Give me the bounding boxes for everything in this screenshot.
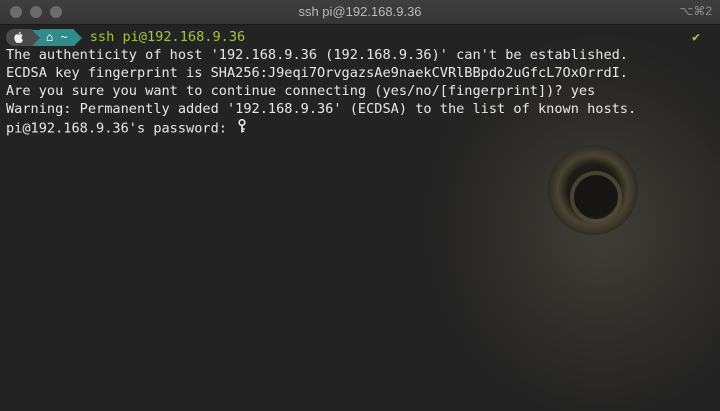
shell-prompt: ⌂ ~ ssh pi@192.168.9.36 — [6, 29, 245, 46]
password-prompt: pi@192.168.9.36's password: — [6, 120, 236, 137]
terminal-window: ssh pi@192.168.9.36 ⌥⌘2 ⌂ ~ ssh pi@192.1… — [0, 0, 720, 411]
output-line: ECDSA key fingerprint is SHA256:J9eqi7Or… — [6, 65, 628, 81]
output-line: Warning: Permanently added '192.168.9.36… — [6, 101, 637, 117]
prompt-end-icon — [73, 29, 82, 46]
title-bar[interactable]: ssh pi@192.168.9.36 ⌥⌘2 — [0, 0, 720, 25]
window-title: ssh pi@192.168.9.36 — [298, 4, 422, 19]
output-line: The authenticity of host '192.168.9.36 (… — [6, 47, 628, 63]
terminal-content[interactable]: ⌂ ~ ssh pi@192.168.9.36 ✔ The authentici… — [0, 25, 720, 411]
typed-command: ssh pi@192.168.9.36 — [89, 29, 246, 45]
prompt-separator-icon — [32, 29, 40, 46]
output-line: Are you sure you want to continue connec… — [6, 83, 596, 99]
status-check-icon: ✔ — [692, 30, 700, 45]
key-cursor-icon — [237, 118, 247, 138]
apple-icon — [6, 29, 32, 46]
owl-background-image — [440, 85, 720, 411]
owl-eye-inner — [570, 171, 622, 223]
window-shortcut: ⌥⌘2 — [679, 4, 712, 18]
home-icon: ⌂ — [46, 30, 54, 44]
prompt-directory: ⌂ ~ — [40, 29, 74, 46]
password-prompt-line[interactable]: pi@192.168.9.36's password: — [6, 118, 247, 138]
current-directory: ~ — [60, 30, 68, 44]
